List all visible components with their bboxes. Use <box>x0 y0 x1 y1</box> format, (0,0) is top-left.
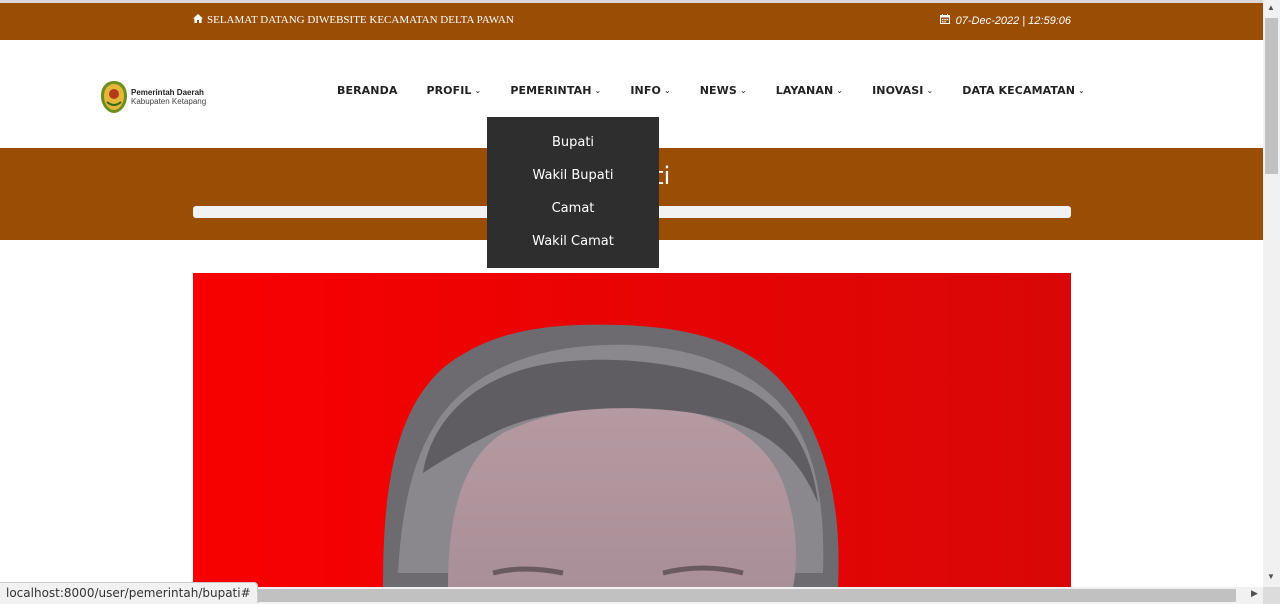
chevron-down-icon: ⌄ <box>663 86 671 95</box>
main-menu: BERANDA PROFIL ⌄ PEMERINTAH ⌄ INFO ⌄ NEW… <box>337 84 1114 97</box>
dropdown-item-wakil-bupati[interactable]: Wakil Bupati <box>487 159 659 192</box>
chevron-down-icon: ⌄ <box>836 86 844 95</box>
nav-item-inovasi[interactable]: INOVASI ⌄ <box>872 84 933 97</box>
chevron-down-icon: ⌄ <box>474 86 482 95</box>
scroll-right-arrow-icon[interactable]: ▶ <box>1251 588 1258 599</box>
nav-item-layanan[interactable]: LAYANAN ⌄ <box>776 84 843 97</box>
nav-item-beranda[interactable]: BERANDA <box>337 84 397 97</box>
calendar-icon <box>939 14 950 27</box>
nav-item-info[interactable]: INFO ⌄ <box>630 84 670 97</box>
nav-item-pemerintah[interactable]: PEMERINTAH ⌄ <box>510 84 601 97</box>
nav-item-data-kecamatan[interactable]: DATA KECAMATAN ⌄ <box>962 84 1085 97</box>
dropdown-item-bupati[interactable]: Bupati <box>487 126 659 159</box>
top-info-bar: SELAMAT DATANG DIWEBSITE KECAMATAN DELTA… <box>0 0 1263 40</box>
welcome-text: SELAMAT DATANG DIWEBSITE KECAMATAN DELTA… <box>207 14 514 26</box>
chevron-down-icon: ⌄ <box>594 86 602 95</box>
nav-label: PROFIL <box>426 84 472 97</box>
emblem-icon <box>101 81 127 113</box>
home-icon <box>193 14 203 26</box>
nav-label: BERANDA <box>337 84 398 97</box>
date-time: 07-Dec-2022 | 12:59:06 <box>939 14 1071 27</box>
vertical-scrollbar[interactable]: ▲ ▼ <box>1263 0 1280 587</box>
datetime-text: 07-Dec-2022 | 12:59:06 <box>955 14 1071 27</box>
nav-label: INOVASI <box>872 84 924 97</box>
pemerintah-dropdown-menu: Bupati Wakil Bupati Camat Wakil Camat <box>487 117 659 268</box>
vertical-scroll-thumb[interactable] <box>1265 18 1278 174</box>
chevron-down-icon: ⌄ <box>1078 86 1085 95</box>
bupati-photo <box>193 273 1071 587</box>
browser-status-url: localhost:8000/user/pemerintah/bupati# <box>0 582 258 603</box>
site-logo[interactable]: Pemerintah Daerah Kabupaten Ketapang <box>100 80 206 114</box>
logo-line-1: Pemerintah Daerah <box>131 88 204 97</box>
chevron-down-icon: ⌄ <box>739 86 747 95</box>
nav-item-news[interactable]: NEWS ⌄ <box>700 84 747 97</box>
nav-label: LAYANAN <box>775 84 834 97</box>
scroll-up-arrow-icon[interactable]: ▲ <box>1267 3 1275 12</box>
nav-label: DATA KECAMATAN <box>962 84 1076 97</box>
nav-label: INFO <box>630 84 661 97</box>
chevron-down-icon: ⌄ <box>926 86 934 95</box>
logo-line-2: Kabupaten Ketapang <box>131 97 207 106</box>
nav-label: NEWS <box>699 84 737 97</box>
nav-item-profil[interactable]: PROFIL ⌄ <box>426 84 481 97</box>
welcome-message: SELAMAT DATANG DIWEBSITE KECAMATAN DELTA… <box>193 14 514 26</box>
dropdown-item-wakil-camat[interactable]: Wakil Camat <box>487 225 659 258</box>
dropdown-item-camat[interactable]: Camat <box>487 192 659 225</box>
nav-label: PEMERINTAH <box>510 84 592 97</box>
portrait-image <box>193 273 1071 587</box>
scroll-down-arrow-icon[interactable]: ▼ <box>1267 572 1275 581</box>
scrollbar-corner <box>1263 587 1280 604</box>
